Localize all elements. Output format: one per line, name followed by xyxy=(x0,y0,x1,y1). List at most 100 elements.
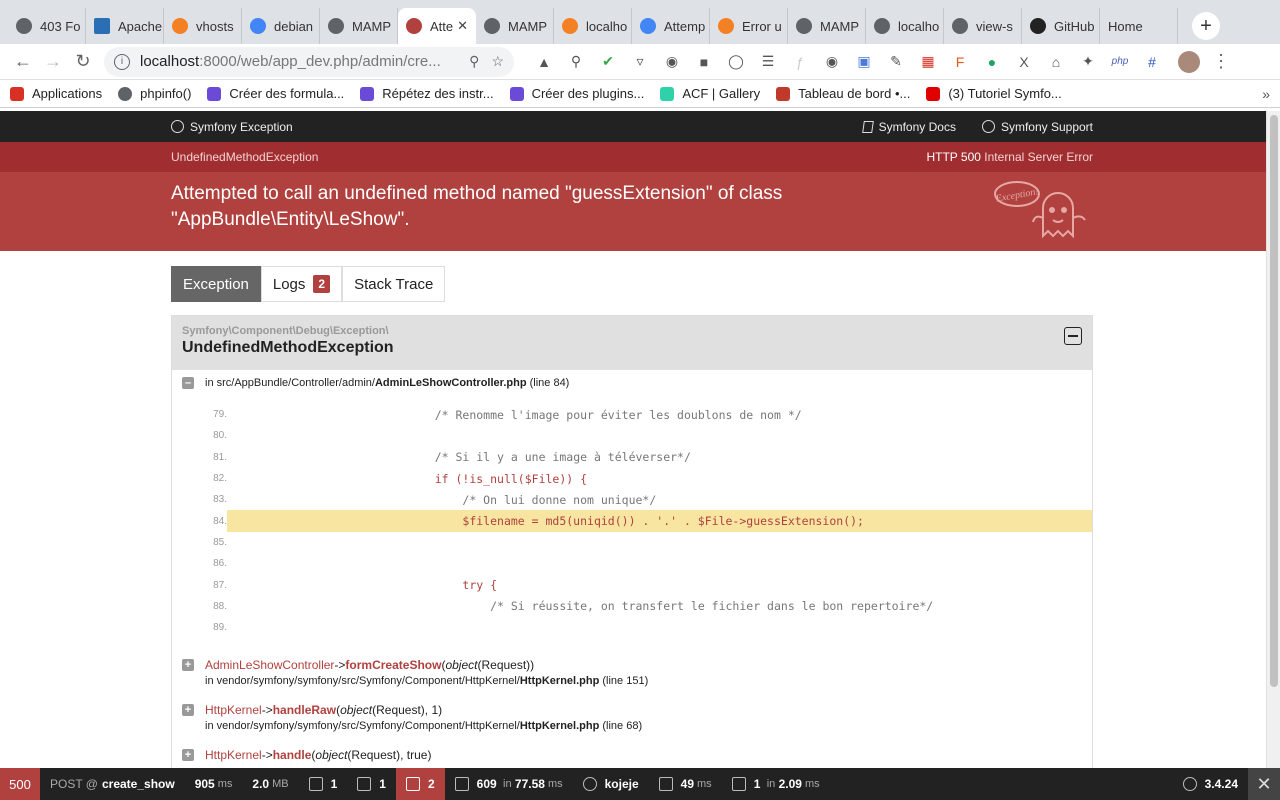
db-panel[interactable]: 1 in 2.09 ms xyxy=(722,768,830,800)
browser-tab[interactable]: vhosts xyxy=(164,8,242,44)
extension-icon[interactable]: ▣ xyxy=(848,50,880,74)
mamp-icon xyxy=(874,18,890,34)
bookmark-item[interactable]: Tableau de bord •... xyxy=(776,86,910,101)
address-bar[interactable]: i localhost:8000/web/app_dev.php/admin/c… xyxy=(104,46,514,77)
extension-icon[interactable]: ◯ xyxy=(720,50,752,74)
code-line: 87. try { xyxy=(207,574,1092,595)
browser-tab[interactable]: localho xyxy=(866,8,944,44)
stackoverflow-icon xyxy=(718,18,734,34)
close-tab-icon[interactable]: ✕ xyxy=(457,18,468,34)
user-panel[interactable]: kojeje xyxy=(573,768,649,800)
bookmark-star-icon[interactable]: ☆ xyxy=(491,53,504,70)
cache-panel[interactable]: 49 ms xyxy=(649,768,722,800)
extension-icon[interactable]: ✦ xyxy=(1072,50,1104,74)
browser-tab[interactable]: view-s xyxy=(944,8,1022,44)
extension-icon[interactable]: ▦ xyxy=(912,50,944,74)
symfony-support-link[interactable]: Symfony Support xyxy=(981,120,1093,134)
browser-tab[interactable]: MAMP xyxy=(320,8,398,44)
browser-tab[interactable]: GitHub xyxy=(1022,8,1100,44)
logs-panel[interactable]: 1 xyxy=(347,768,396,800)
page-scrollbar[interactable] xyxy=(1266,111,1280,768)
time-panel[interactable]: 905 ms xyxy=(185,768,243,800)
extension-icon[interactable]: ▲ xyxy=(528,50,560,74)
symfony-logo-icon xyxy=(1182,777,1197,791)
extension-icon[interactable]: ◉ xyxy=(816,50,848,74)
bookmark-label: Répétez des instr... xyxy=(382,86,494,101)
extension-icon[interactable]: php xyxy=(1104,50,1136,74)
info-icon[interactable]: i xyxy=(114,53,130,70)
bookmark-item[interactable]: Créer des formula... xyxy=(207,86,344,101)
extension-icon[interactable]: Χ xyxy=(1008,50,1040,74)
browser-tab[interactable]: 403 Fo xyxy=(8,8,86,44)
extension-icon[interactable]: ▿ xyxy=(624,50,656,74)
symfony-version-panel[interactable]: 3.4.24 xyxy=(1173,768,1248,800)
extension-icon[interactable]: ■ xyxy=(688,50,720,74)
forms-count: 1 xyxy=(330,777,338,791)
browser-tab[interactable]: MAMP xyxy=(476,8,554,44)
frame-loc-line: (line 68) xyxy=(602,720,643,733)
exception-summary-bar: UndefinedMethodException HTTP 500 Intern… xyxy=(0,142,1266,172)
request-info[interactable]: POST @ create_show xyxy=(40,768,185,800)
extension-icon[interactable]: ● xyxy=(976,50,1008,74)
collapse-trace-button[interactable] xyxy=(1064,327,1082,345)
browser-tab[interactable]: Attemp xyxy=(632,8,710,44)
browser-tab[interactable]: localho xyxy=(554,8,632,44)
browser-tab[interactable]: Apache xyxy=(86,8,164,44)
extension-icon[interactable]: ⌂ xyxy=(1040,50,1072,74)
lifebuoy-icon xyxy=(981,120,995,133)
extension-icon[interactable]: # xyxy=(1136,50,1168,74)
exception-trace-panel: Symfony\Component\Debug\Exception\ Undef… xyxy=(171,315,1093,768)
menu-icon[interactable]: ⋮ xyxy=(1206,47,1236,77)
bookmark-item[interactable]: ACF | Gallery xyxy=(660,86,760,101)
highlighted-code: $filename = md5(uniqid()) . '.' . $File-… xyxy=(227,510,1092,532)
tab-stack-trace[interactable]: Stack Trace xyxy=(342,266,446,302)
url-text[interactable]: localhost:8000/web/app_dev.php/admin/cre… xyxy=(140,53,457,70)
collapse-code-icon[interactable]: – xyxy=(182,377,194,389)
scrollbar-thumb[interactable] xyxy=(1270,115,1278,687)
browser-tab[interactable]: Atte ✕ xyxy=(398,8,476,44)
browser-tab[interactable]: debian xyxy=(242,8,320,44)
stack-frame: + HttpKernel->handle(object(Request), tru… xyxy=(172,747,1092,763)
symfony-docs-link[interactable]: Symfony Docs xyxy=(861,120,956,134)
profile-avatar[interactable] xyxy=(1178,50,1200,73)
expand-frame-icon[interactable]: + xyxy=(182,659,194,672)
tab-label: view-s xyxy=(976,18,1013,34)
close-toolbar-button[interactable]: ✕ xyxy=(1248,768,1280,800)
extension-icon[interactable]: ◉ xyxy=(656,50,688,74)
stack-frame: + HttpKernel->handleRaw(object(Request), … xyxy=(172,702,1092,734)
bookmark-item[interactable]: Créer des plugins... xyxy=(509,86,644,101)
extension-icon[interactable]: ⚲ xyxy=(560,50,592,74)
extension-icon[interactable]: ✎ xyxy=(880,50,912,74)
extension-icon[interactable]: ☰ xyxy=(752,50,784,74)
search-icon[interactable]: ⚲ xyxy=(469,53,479,70)
page-content: Symfony Exception Symfony Docs Symfony S… xyxy=(0,111,1266,768)
bookmark-item[interactable]: Applications xyxy=(10,86,102,101)
forms-panel[interactable]: 1 xyxy=(299,768,348,800)
tab-exception[interactable]: Exception xyxy=(171,266,261,302)
extension-icon[interactable]: F xyxy=(944,50,976,74)
back-button[interactable]: ← xyxy=(8,47,38,77)
bookmarks-overflow-icon[interactable]: » xyxy=(1262,86,1270,102)
twig-panel[interactable]: 609 in 77.58 ms xyxy=(445,768,573,800)
browser-tab[interactable]: Error u xyxy=(710,8,788,44)
tab-logs[interactable]: Logs 2 xyxy=(260,266,343,302)
browser-tab[interactable]: Home xyxy=(1100,8,1178,44)
forward-button[interactable]: → xyxy=(38,47,68,77)
memory-panel[interactable]: 2.0 MB xyxy=(242,768,298,800)
extension-icon[interactable]: ƒ xyxy=(784,50,816,74)
reload-button[interactable]: ↻ xyxy=(68,47,98,77)
new-tab-button[interactable]: + xyxy=(1192,12,1220,40)
bookmark-item[interactable]: (3) Tutoriel Symfo... xyxy=(926,86,1062,101)
browser-tab[interactable]: MAMP xyxy=(788,8,866,44)
extension-icon[interactable]: ✔ xyxy=(592,50,624,74)
stackoverflow-icon xyxy=(172,18,188,34)
bookmark-label: phpinfo() xyxy=(140,86,192,101)
expand-frame-icon[interactable]: + xyxy=(182,704,194,717)
status-code-badge[interactable]: 500 xyxy=(0,768,40,800)
errors-panel[interactable]: 2 xyxy=(395,768,445,800)
bookmark-item[interactable]: Répétez des instr... xyxy=(360,86,494,101)
expand-frame-icon[interactable]: + xyxy=(182,749,194,762)
code-text: try { xyxy=(462,578,498,593)
bookmark-item[interactable]: phpinfo() xyxy=(118,86,191,101)
